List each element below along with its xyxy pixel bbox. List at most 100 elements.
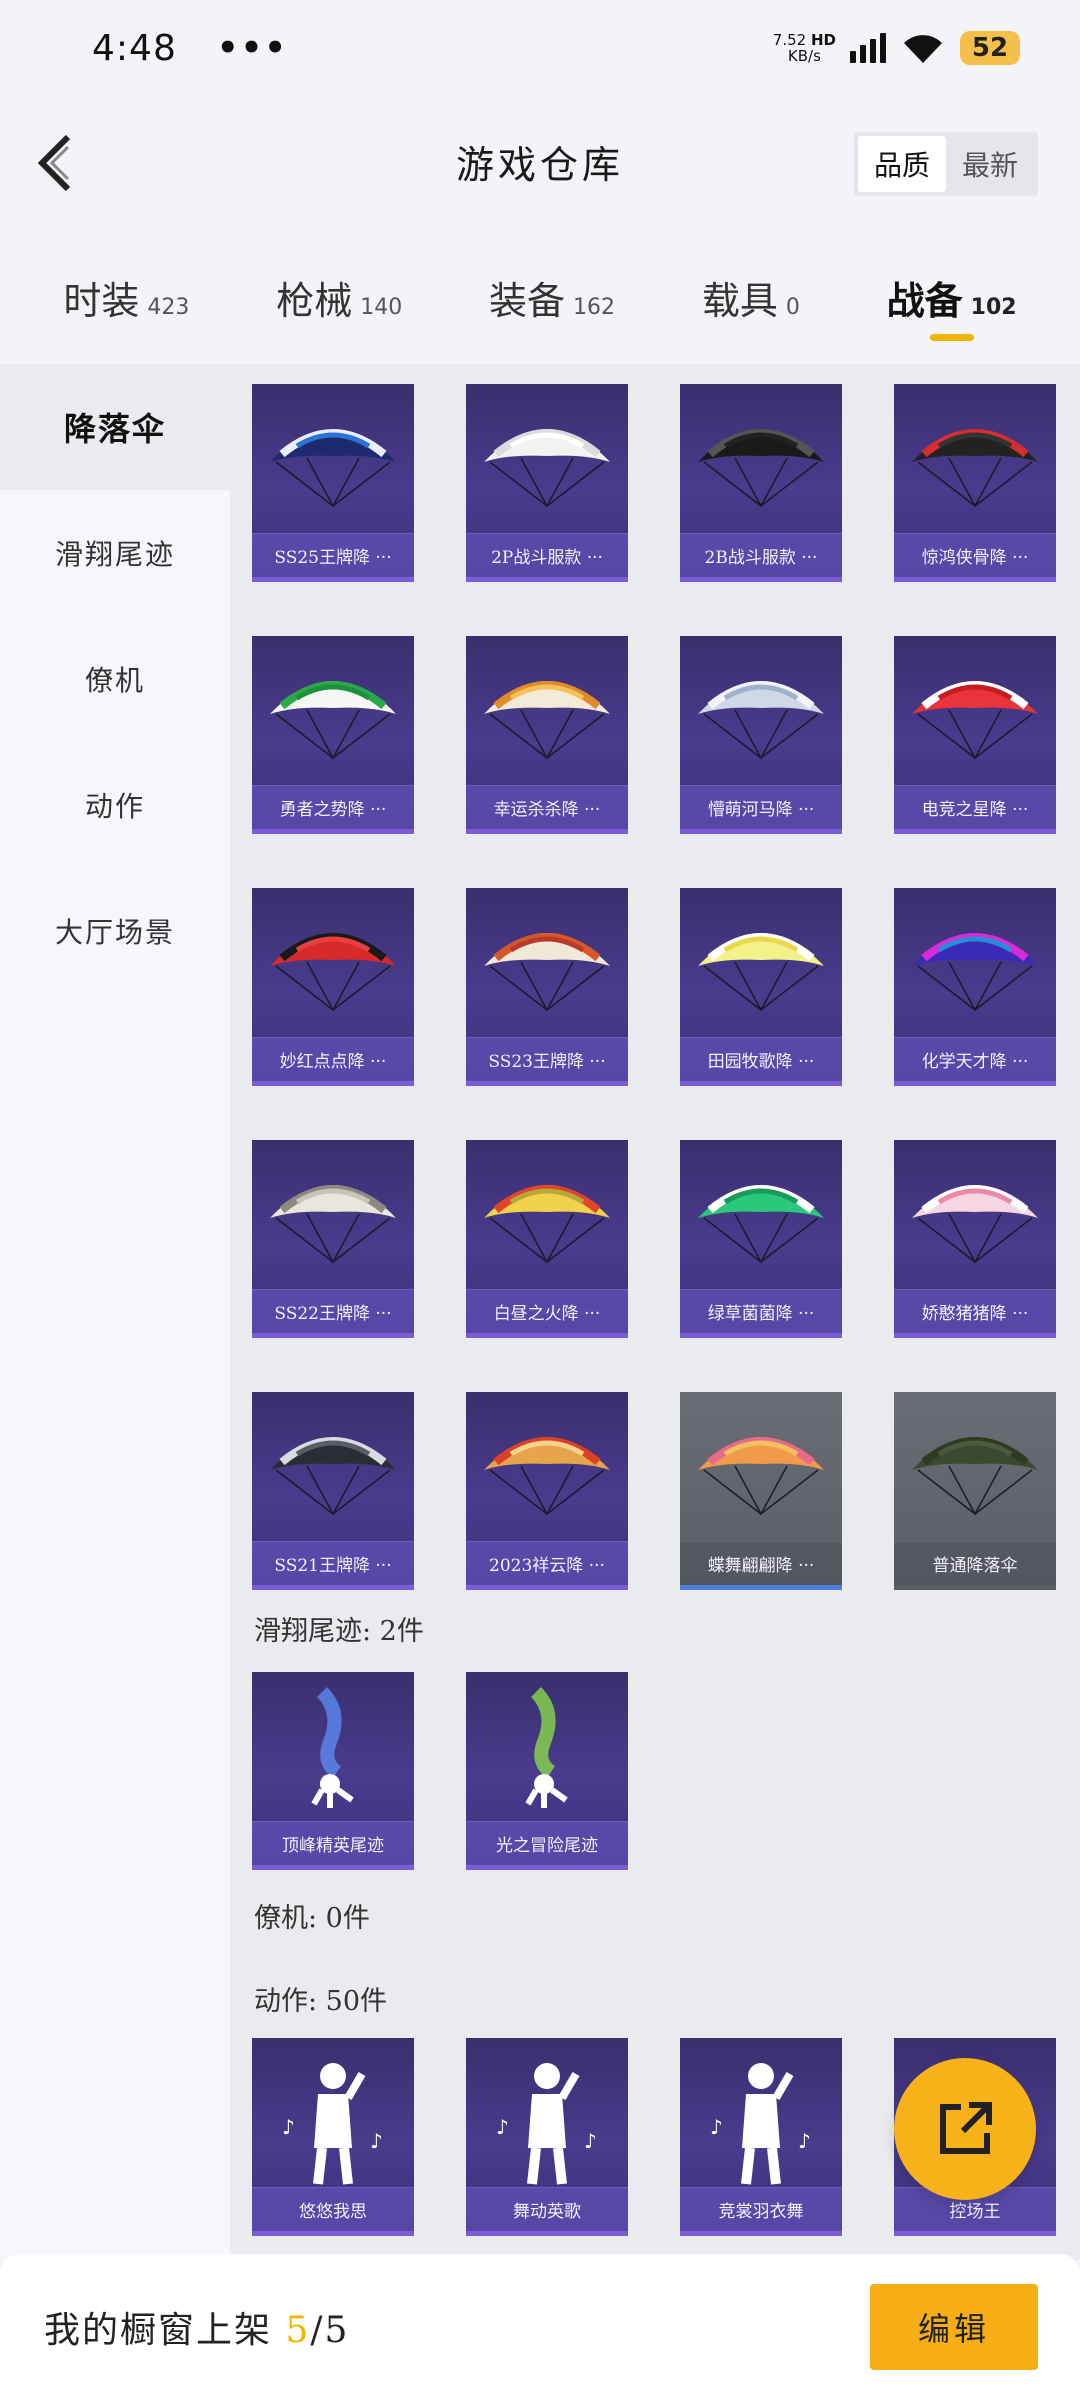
- notification-dots: •••: [216, 28, 289, 68]
- item-name: 电竞之星降 ···: [894, 785, 1056, 829]
- edit-button[interactable]: 编辑: [870, 2284, 1038, 2370]
- parachute-card[interactable]: 娇憨猪猪降 ···: [894, 1140, 1056, 1338]
- parachute-card[interactable]: 白昼之火降 ···: [466, 1140, 628, 1338]
- item-name: 绿草菌菌降 ···: [680, 1289, 842, 1333]
- sidebar-item-lobby-scene[interactable]: 大厅场景: [0, 868, 230, 994]
- wifi-icon: [904, 35, 942, 63]
- emote-card[interactable]: ♪ ♪ 竞裳羽衣舞: [680, 2038, 842, 2236]
- emote-card[interactable]: ♪ ♪ 舞动英歌: [466, 2038, 628, 2236]
- parachute-icon: [484, 429, 610, 508]
- parachute-card[interactable]: 绿草菌菌降 ···: [680, 1140, 842, 1338]
- item-content: SS25王牌降 ··· 2P战斗服款 ··· 2B战斗服款 ··· 惊鸿侠骨降 ···…: [230, 364, 1080, 2260]
- parachute-card[interactable]: 勇者之势降 ···: [252, 636, 414, 834]
- item-name: 幸运杀杀降 ···: [466, 785, 628, 829]
- sidebar-item-glide-trail[interactable]: 滑翔尾迹: [0, 490, 230, 616]
- parachute-card[interactable]: SS21王牌降 ···: [252, 1392, 414, 1590]
- parachute-icon: [912, 933, 1038, 1012]
- item-name: 2023祥云降 ···: [466, 1541, 628, 1585]
- item-name: SS25王牌降 ···: [252, 533, 414, 577]
- parachute-icon: [912, 429, 1038, 508]
- item-name: 顶峰精英尾迹: [252, 1821, 414, 1865]
- category-tabs: 时装 423 枪械 140 装备 162 载具 0 战备 102: [0, 250, 1080, 360]
- parachute-icon: [484, 1185, 610, 1264]
- svg-text:♪: ♪: [584, 2129, 597, 2153]
- emote-figure-icon: ♪♪: [496, 2063, 597, 2185]
- item-name: 妙红点点降 ···: [252, 1037, 414, 1081]
- parachute-icon: [912, 1437, 1038, 1516]
- tab-vehicles[interactable]: 载具 0: [702, 250, 800, 360]
- emote-card[interactable]: ♪ ♪ 悠悠我思: [252, 2038, 414, 2236]
- bottom-bar: 我的橱窗上架 5/5 编辑: [0, 2254, 1080, 2400]
- glide-trail-icon: [311, 1687, 354, 1808]
- parachute-icon: [270, 1437, 396, 1516]
- parachute-card[interactable]: 化学天才降 ···: [894, 888, 1056, 1086]
- share-icon: [940, 2102, 992, 2154]
- parachute-card[interactable]: SS25王牌降 ···: [252, 384, 414, 582]
- sidebar-item-wingman[interactable]: 僚机: [0, 616, 230, 742]
- battery-icon: 52: [960, 31, 1020, 65]
- sort-toggle[interactable]: 品质 最新: [854, 132, 1038, 196]
- parachute-icon: [698, 1185, 824, 1264]
- parachute-icon: [484, 1437, 610, 1516]
- parachute-card[interactable]: 幸运杀杀降 ···: [466, 636, 628, 834]
- sidebar: 降落伞 滑翔尾迹 僚机 动作 大厅场景: [0, 364, 230, 2260]
- item-name: SS23王牌降 ···: [466, 1037, 628, 1081]
- parachute-card[interactable]: SS23王牌降 ···: [466, 888, 628, 1086]
- active-tab-indicator: [929, 334, 974, 341]
- sort-newest-button[interactable]: 最新: [946, 136, 1034, 192]
- parachute-icon: [484, 933, 610, 1012]
- parachute-card[interactable]: 妙红点点降 ···: [252, 888, 414, 1086]
- parachute-icon: [698, 933, 824, 1012]
- clock: 4:48: [92, 27, 177, 69]
- tab-outfits[interactable]: 时装 423: [63, 250, 189, 360]
- svg-text:♪: ♪: [710, 2115, 723, 2139]
- tab-battle-prep[interactable]: 战备 102: [887, 250, 1017, 360]
- glide-trail-card[interactable]: 光之冒险尾迹: [466, 1672, 628, 1870]
- parachute-icon: [270, 681, 396, 760]
- trails-section-title: 滑翔尾迹: 2件: [254, 1616, 424, 1647]
- glide-trail-card[interactable]: 顶峰精英尾迹: [252, 1672, 414, 1870]
- item-name: 娇憨猪猪降 ···: [894, 1289, 1056, 1333]
- parachute-icon: [270, 1185, 396, 1264]
- parachute-card[interactable]: 田园牧歌降 ···: [680, 888, 842, 1086]
- glide-trail-icon: [525, 1687, 568, 1808]
- trail-grid: 顶峰精英尾迹 光之冒险尾迹: [252, 1672, 1072, 1870]
- sidebar-item-emote[interactable]: 动作: [0, 742, 230, 868]
- svg-text:♪: ♪: [370, 2129, 383, 2153]
- item-name: 2B战斗服款 ···: [680, 533, 842, 577]
- header: 游戏仓库 品质 最新: [0, 110, 1080, 220]
- share-button[interactable]: [894, 2058, 1036, 2200]
- tab-weapons[interactable]: 枪械 140: [276, 250, 402, 360]
- tab-equipment[interactable]: 装备 162: [489, 250, 615, 360]
- parachute-card[interactable]: 普通降落伞: [894, 1392, 1056, 1590]
- signal-icon: [850, 33, 886, 63]
- item-name: 2P战斗服款 ···: [466, 533, 628, 577]
- parachute-card[interactable]: 2P战斗服款 ···: [466, 384, 628, 582]
- showcase-status: 我的橱窗上架 5/5: [44, 2310, 350, 2351]
- item-name: 光之冒险尾迹: [466, 1821, 628, 1865]
- parachute-icon: [484, 681, 610, 760]
- sidebar-item-parachute[interactable]: 降落伞: [0, 364, 230, 490]
- parachute-card[interactable]: 2B战斗服款 ···: [680, 384, 842, 582]
- item-name: 蝶舞翩翩降 ···: [680, 1541, 842, 1585]
- item-name: 悠悠我思: [252, 2187, 414, 2231]
- svg-text:♪: ♪: [798, 2129, 811, 2153]
- item-name: 勇者之势降 ···: [252, 785, 414, 829]
- parachute-card[interactable]: 2023祥云降 ···: [466, 1392, 628, 1590]
- item-name: 竞裳羽衣舞: [680, 2187, 842, 2231]
- parachute-card[interactable]: 蝶舞翩翩降 ···: [680, 1392, 842, 1590]
- item-name: 惊鸿侠骨降 ···: [894, 533, 1056, 577]
- parachute-card[interactable]: 电竞之星降 ···: [894, 636, 1056, 834]
- parachute-card[interactable]: 懵萌河马降 ···: [680, 636, 842, 834]
- parachute-icon: [912, 1185, 1038, 1264]
- svg-text:♪: ♪: [496, 2115, 509, 2139]
- parachute-card[interactable]: SS22王牌降 ···: [252, 1140, 414, 1338]
- emotes-section-title: 动作: 50件: [254, 1986, 388, 2017]
- parachute-card[interactable]: 惊鸿侠骨降 ···: [894, 384, 1056, 582]
- emote-figure-icon: ♪♪: [282, 2063, 383, 2185]
- sort-quality-button[interactable]: 品质: [858, 136, 946, 192]
- network-speed: 7.52 HD KB/s: [772, 31, 836, 65]
- parachute-icon: [698, 429, 824, 508]
- item-name: 懵萌河马降 ···: [680, 785, 842, 829]
- parachute-icon: [912, 681, 1038, 760]
